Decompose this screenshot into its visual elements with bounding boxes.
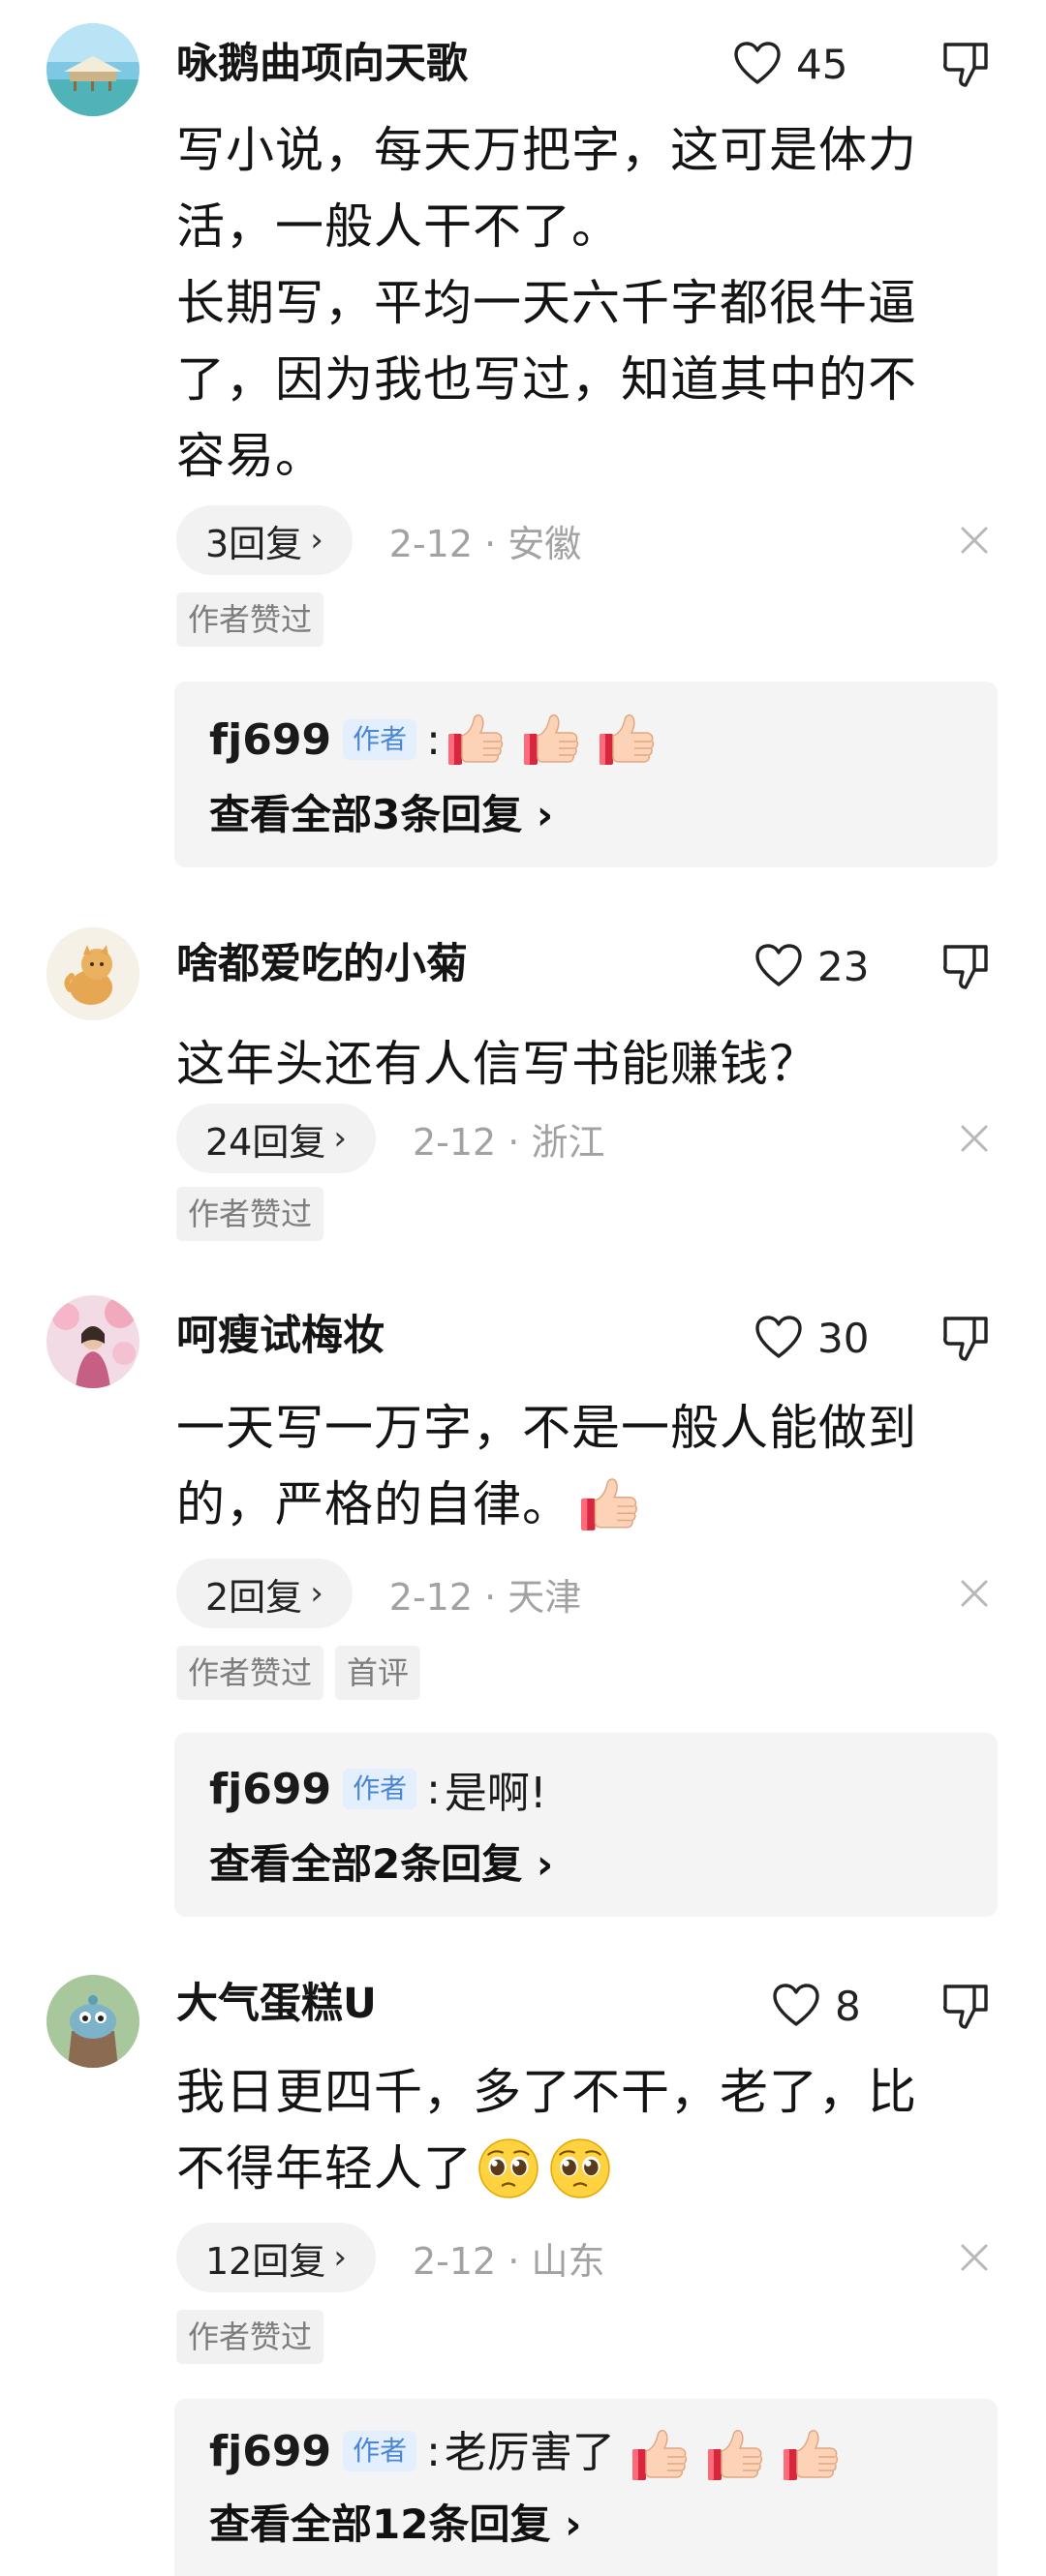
comment-text: 一天写一万字，不是一般人能做到 的，严格的自律。 xyxy=(176,1390,1000,1543)
tag-author-liked: 作者赞过 xyxy=(176,2310,324,2364)
comment-text: 这年头还有人信写书能赚钱？ xyxy=(176,1036,818,1092)
chevron-right-icon: › xyxy=(536,1840,554,1888)
thumbs-up-emoji xyxy=(520,709,582,771)
chevron-right-icon: › xyxy=(310,521,323,560)
thumbs-up-emoji xyxy=(704,2424,766,2486)
thumbs-up-emoji xyxy=(629,2424,691,2486)
tag-author-liked: 作者赞过 xyxy=(176,1187,324,1241)
date-location: 2-12 · 山东 xyxy=(412,2239,605,2283)
like-count: 30 xyxy=(817,1314,870,1362)
like-button[interactable]: 45 xyxy=(732,37,847,91)
author-badge: 作者 xyxy=(343,2431,417,2471)
heart-icon xyxy=(732,39,783,89)
thumbs-up-emoji xyxy=(596,709,658,771)
chevron-right-icon: › xyxy=(536,791,554,838)
thumbs-up-emoji xyxy=(780,2424,842,2486)
reply-author[interactable]: fj699 xyxy=(209,2427,331,2476)
view-all-replies[interactable]: 查看全部12条回复 › xyxy=(209,2496,581,2554)
reply-author[interactable]: fj699 xyxy=(209,715,331,765)
close-icon[interactable] xyxy=(955,1119,994,1158)
comment-meta: 2回复 › 2-12 · 天津 xyxy=(176,1559,581,1628)
reply-content: 老厉害了 xyxy=(445,2417,842,2486)
dislike-icon[interactable] xyxy=(939,1313,992,1365)
close-icon[interactable] xyxy=(955,2238,994,2277)
comment-text: 写小说，每天万把字，这可是体力 活，一般人干不了。 长期写，平均一天六千字都很牛… xyxy=(176,122,917,484)
reply-line: fj699 作者 : xyxy=(209,709,658,771)
like-button[interactable]: 8 xyxy=(771,1979,861,2033)
close-icon[interactable] xyxy=(955,521,994,560)
heart-icon xyxy=(754,1313,804,1363)
reply-line: fj699 作者 : 是啊! xyxy=(209,1758,547,1820)
comment-meta: 24回复 › 2-12 · 浙江 xyxy=(176,1104,604,1173)
reply-content: 是啊! xyxy=(444,1769,547,1818)
author-badge: 作者 xyxy=(343,1769,417,1809)
pleading-face-emoji xyxy=(548,2137,612,2200)
comment-meta: 3回复 › 2-12 · 安徽 xyxy=(176,505,581,575)
reply-preview[interactable]: fj699 作者 : 老厉害了 查看全部12条回复 › xyxy=(174,2399,998,2576)
reply-preview[interactable]: fj699 作者 : 是啊! 查看全部2条回复 › xyxy=(174,1733,998,1917)
reply-line: fj699 作者 : 老厉害了 xyxy=(209,2420,842,2482)
tags: 作者赞过 xyxy=(176,592,324,647)
dislike-icon[interactable] xyxy=(939,39,992,91)
view-all-replies[interactable]: 查看全部3条回复 › xyxy=(209,786,553,844)
date-location: 2-12 · 安徽 xyxy=(388,522,582,565)
avatar[interactable] xyxy=(46,927,139,1020)
heart-icon xyxy=(754,941,804,991)
tag-author-liked: 作者赞过 xyxy=(176,1646,324,1700)
username[interactable]: 啥都爱吃的小菊 xyxy=(176,937,468,991)
reply-preview[interactable]: fj699 作者 : 查看全部3条回复 › xyxy=(174,682,998,867)
tags: 作者赞过 xyxy=(176,2310,324,2364)
like-button[interactable]: 30 xyxy=(754,1311,869,1365)
like-count: 8 xyxy=(835,1982,861,2030)
pleading-face-emoji xyxy=(477,2137,540,2200)
heart-icon xyxy=(771,1981,821,2031)
close-icon[interactable] xyxy=(955,1574,994,1613)
thumbs-up-emoji xyxy=(445,709,507,771)
replies-button[interactable]: 24回复 › xyxy=(176,1104,376,1173)
chevron-right-icon: › xyxy=(333,1119,347,1158)
comment-meta: 12回复 › 2-12 · 山东 xyxy=(176,2223,604,2292)
dislike-icon[interactable] xyxy=(939,1981,992,2033)
author-badge: 作者 xyxy=(343,719,417,760)
tag-author-liked: 作者赞过 xyxy=(176,592,324,647)
reply-author[interactable]: fj699 xyxy=(209,1765,331,1814)
avatar[interactable] xyxy=(46,23,139,116)
replies-button[interactable]: 12回复 › xyxy=(176,2223,376,2292)
replies-button[interactable]: 3回复 › xyxy=(176,505,353,575)
tag-first-comment: 首评 xyxy=(335,1646,421,1700)
avatar[interactable] xyxy=(46,1295,139,1388)
chevron-right-icon: › xyxy=(310,1574,323,1613)
username[interactable]: 呵瘦试梅妆 xyxy=(176,1309,385,1363)
dislike-icon[interactable] xyxy=(939,941,992,993)
tags: 作者赞过 xyxy=(176,1187,324,1241)
like-count: 23 xyxy=(817,942,870,990)
date-location: 2-12 · 浙江 xyxy=(412,1120,605,1164)
like-count: 45 xyxy=(796,40,848,88)
replies-button[interactable]: 2回复 › xyxy=(176,1559,353,1628)
date-location: 2-12 · 天津 xyxy=(388,1575,582,1619)
chevron-right-icon: › xyxy=(333,2238,347,2277)
tags: 作者赞过 首评 xyxy=(176,1646,421,1700)
comment-text: 我日更四千，多了不干，老了，比 不得年轻人了 xyxy=(176,2054,1000,2207)
username[interactable]: 大气蛋糕U xyxy=(176,1977,377,2031)
avatar[interactable] xyxy=(46,1975,139,2068)
thumbs-up-emoji xyxy=(577,1472,641,1536)
like-button[interactable]: 23 xyxy=(754,939,869,993)
chevron-right-icon: › xyxy=(565,2500,582,2548)
reply-content xyxy=(445,709,658,771)
username[interactable]: 咏鹅曲项向天歌 xyxy=(176,37,468,91)
view-all-replies[interactable]: 查看全部2条回复 › xyxy=(209,1835,553,1894)
